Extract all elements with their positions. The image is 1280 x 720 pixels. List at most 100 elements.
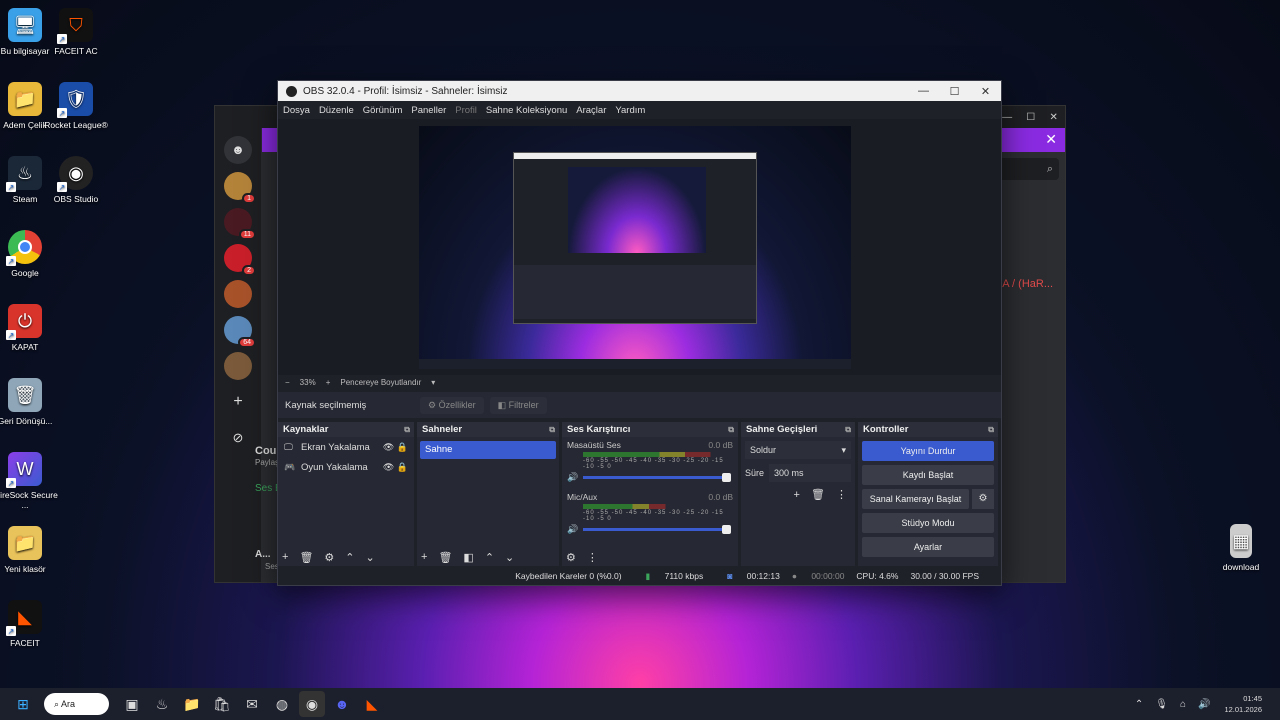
close-icon[interactable]: ✕	[1049, 112, 1057, 123]
maximize-icon[interactable]: ☐	[1026, 112, 1035, 123]
explore-icon[interactable]: ⊘	[224, 424, 252, 452]
microphone-icon[interactable]: 🎙	[1155, 699, 1168, 710]
menu-duzenle[interactable]: Düzenle	[319, 105, 354, 116]
chevron-up-icon[interactable]: ⌃	[1135, 699, 1143, 710]
trash-icon[interactable]: 🗑	[299, 551, 313, 564]
menu-yardim[interactable]: Yardım	[615, 105, 645, 116]
stop-stream-button[interactable]: Yayını Durdur	[862, 441, 994, 461]
chevron-down-icon[interactable]: ▾	[431, 378, 435, 387]
settings-button[interactable]: Ayarlar	[862, 537, 994, 557]
user-name[interactable]: A...	[255, 549, 271, 560]
fit-to-window-button[interactable]: Pencereye Boyutlandır	[340, 378, 421, 387]
server-icon[interactable]: 11	[224, 208, 256, 240]
volume-icon[interactable]: 🔊	[1198, 699, 1210, 710]
desktop-icon-rocket-league[interactable]: 🛡 ↗ Rocket League®	[41, 82, 111, 130]
chevron-down-icon[interactable]: ⌄	[505, 551, 514, 564]
start-virtual-camera-button[interactable]: Sanal Kamerayı Başlat	[862, 489, 969, 509]
undock-icon[interactable]: ⧉	[728, 422, 734, 437]
server-icon[interactable]: 64	[224, 316, 256, 348]
zoom-in-button[interactable]: +	[326, 378, 331, 387]
trash-icon[interactable]: 🗑	[438, 551, 452, 564]
server-icon[interactable]	[224, 280, 252, 308]
volume-slider[interactable]: 🔊	[567, 523, 733, 535]
undock-icon[interactable]: ⧉	[549, 422, 555, 437]
properties-button[interactable]: ⚙ Özellikler	[420, 396, 484, 414]
server-icon[interactable]: 2	[224, 244, 256, 276]
discord-icon[interactable]: ☻	[329, 691, 355, 717]
mail-icon[interactable]: ✉	[239, 691, 265, 717]
filters-button[interactable]: ◧ Filtreler	[489, 396, 547, 414]
discord-home-icon[interactable]: ☻	[224, 136, 252, 164]
server-icon[interactable]	[224, 352, 252, 380]
slider-handle[interactable]	[722, 472, 731, 482]
maximize-icon[interactable]: ☐	[939, 85, 970, 98]
trash-icon[interactable]: 🗑	[811, 489, 825, 501]
speaker-icon[interactable]: 🔊	[567, 472, 579, 483]
add-icon[interactable]: +	[421, 551, 427, 563]
close-icon[interactable]: ✕	[1045, 131, 1057, 148]
menu-profil[interactable]: Profil	[455, 105, 477, 116]
slider-handle[interactable]	[722, 524, 731, 534]
preview-area[interactable]	[278, 119, 1001, 375]
start-icon[interactable]: ⊞	[10, 691, 36, 717]
desktop-icon-yeni-klasor[interactable]: 📁 Yeni klasör	[0, 526, 60, 574]
server-icon[interactable]: 1	[224, 172, 256, 204]
desktop-icon-recycle-bin[interactable]: 🗑 Geri Dönüşü...	[0, 378, 60, 426]
menu-paneller[interactable]: Paneller	[411, 105, 446, 116]
file-explorer-icon[interactable]: 📁	[179, 691, 205, 717]
obs-icon[interactable]: ◉	[299, 691, 325, 717]
desktop-icon-wiresock[interactable]: W↗ WireSock Secure ...	[0, 452, 60, 510]
zoom-out-button[interactable]: −	[285, 378, 290, 387]
desktop-icon-obs[interactable]: ◉ ↗ OBS Studio	[41, 156, 111, 204]
transition-select[interactable]: Soldur	[745, 441, 851, 459]
menu-sahne-koleksiyonu[interactable]: Sahne Koleksiyonu	[486, 105, 567, 116]
advanced-audio-icon[interactable]: ⚙	[566, 551, 576, 564]
steam-icon[interactable]: ♨	[149, 691, 175, 717]
more-menu-icon[interactable]: ⋮	[836, 489, 847, 501]
menu-araclar[interactable]: Araçlar	[576, 105, 606, 116]
add-icon[interactable]: +	[793, 489, 799, 501]
scene-item[interactable]: Sahne	[420, 441, 556, 459]
gear-icon[interactable]: ⚙	[972, 489, 994, 509]
task-view-icon[interactable]: ▣	[119, 691, 145, 717]
source-item[interactable]: 🎮 Oyun Yakalama 👁 🔒	[278, 457, 414, 477]
faceit-icon[interactable]: ◣	[359, 691, 385, 717]
undock-icon[interactable]: ⧉	[845, 422, 851, 437]
filter-icon[interactable]: ◧	[463, 551, 473, 564]
undock-icon[interactable]: ⧉	[988, 422, 994, 437]
more-menu-icon[interactable]: ⋮	[587, 551, 598, 564]
network-icon[interactable]: ⌂	[1180, 699, 1186, 710]
undock-icon[interactable]: ⧉	[404, 422, 410, 437]
search-input[interactable]: ⌕ Ara	[44, 693, 109, 715]
menu-gorunum[interactable]: Görünüm	[363, 105, 403, 116]
speaker-icon[interactable]: 🔊	[567, 524, 579, 535]
desktop-icon-google[interactable]: ↗ Google	[0, 230, 60, 278]
menu-dosya[interactable]: Dosya	[283, 105, 310, 116]
desktop-icon-download[interactable]: ▦ download	[1206, 524, 1276, 572]
visibility-eye-icon[interactable]: 👁 🔒	[383, 462, 408, 473]
visibility-eye-icon[interactable]: 👁 🔒	[383, 442, 408, 453]
clock[interactable]: 01:45 12.01.2026	[1224, 693, 1262, 715]
obs-titlebar[interactable]: OBS 32.0.4 - Profil: İsimsiz - Sahneler:…	[278, 81, 1001, 101]
desktop-icon-faceit[interactable]: ◣ ↗ FACEIT	[0, 600, 60, 648]
close-icon[interactable]: ✕	[970, 85, 1001, 98]
desktop-icon-kapat[interactable]: ⏻ ↗ KAPAT	[0, 304, 60, 352]
desktop-icon-faceit-ac[interactable]: ⛉ ↗ FACEIT AC	[41, 8, 111, 56]
minimize-icon[interactable]: —	[1002, 112, 1012, 123]
start-recording-button[interactable]: Kaydı Başlat	[862, 465, 994, 485]
obs-window[interactable]: OBS 32.0.4 - Profil: İsimsiz - Sahneler:…	[277, 80, 1002, 586]
chrome-icon[interactable]: ◍	[269, 691, 295, 717]
preview-canvas[interactable]	[419, 126, 851, 369]
volume-slider[interactable]: 🔊	[567, 471, 733, 483]
chevron-up-icon[interactable]: ⌃	[485, 551, 494, 564]
add-server-icon[interactable]: +	[224, 388, 252, 416]
minimize-icon[interactable]: —	[908, 85, 939, 98]
source-item[interactable]: 🖵 Ekran Yakalama 👁 🔒	[278, 437, 414, 457]
gear-icon[interactable]: ⚙	[324, 551, 334, 564]
chevron-down-icon[interactable]: ⌄	[366, 551, 375, 564]
chevron-up-icon[interactable]: ⌃	[345, 551, 354, 564]
studio-mode-button[interactable]: Stüdyo Modu	[862, 513, 994, 533]
store-icon[interactable]: 🛍	[209, 691, 235, 717]
add-icon[interactable]: +	[282, 551, 288, 563]
duration-input[interactable]: 300 ms	[769, 464, 851, 482]
